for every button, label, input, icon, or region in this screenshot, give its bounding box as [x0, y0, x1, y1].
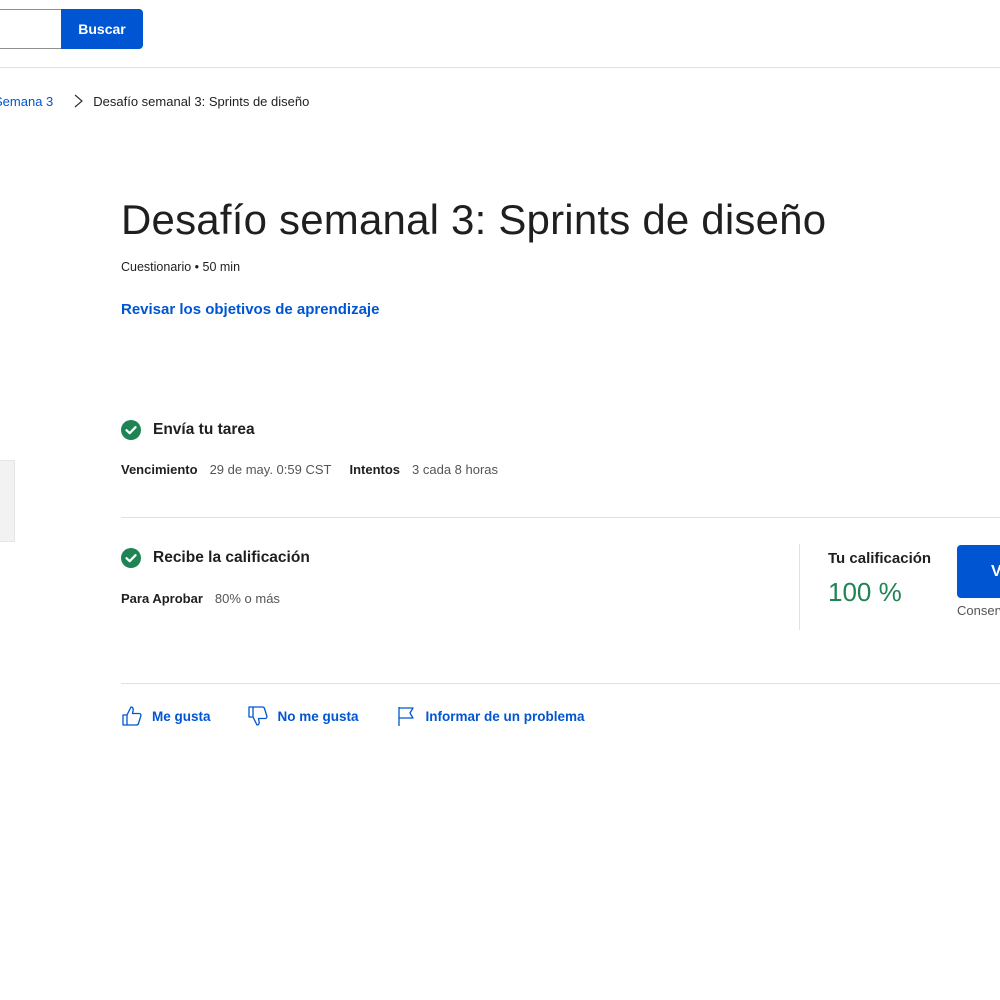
assignment-main: Desafío semanal 3: Sprints de diseño Cue…	[121, 0, 1000, 1000]
submit-step-title: Envía tu tarea	[153, 421, 255, 438]
section-divider	[121, 683, 1000, 684]
pass-value: 80% o más	[214, 591, 280, 606]
due-label: Vencimiento	[121, 462, 198, 477]
check-circle-icon	[121, 420, 141, 440]
report-problem-button[interactable]: Informar de un problema	[395, 705, 585, 727]
grade-step-header: Recibe la calificación	[121, 548, 310, 568]
like-label: Me gusta	[152, 708, 211, 724]
check-circle-icon	[121, 548, 141, 568]
flag-icon	[397, 707, 414, 726]
dislike-button[interactable]: No me gusta	[247, 705, 359, 727]
section-divider	[121, 517, 1000, 518]
grade-vertical-divider	[799, 544, 800, 630]
due-value: 29 de may. 0:59 CST	[209, 462, 332, 477]
like-button[interactable]: Me gusta	[121, 705, 211, 727]
feedback-bar: Me gusta No me gusta Informar de un prob…	[121, 705, 621, 727]
side-panel-edge[interactable]	[0, 460, 15, 542]
submit-step-header: Envía tu tarea	[121, 420, 255, 440]
pass-label: Para Aprobar	[121, 591, 203, 606]
attempts-label: Intentos	[349, 462, 401, 477]
grade-step-details: Para Aprobar 80% o más	[121, 591, 298, 606]
view-feedback-button[interactable]: Ver	[957, 545, 1000, 598]
assignment-meta: Cuestionario • 50 min	[121, 260, 241, 274]
report-problem-label: Informar de un problema	[425, 708, 585, 724]
attempts-value: 3 cada 8 horas	[412, 462, 499, 477]
thumbs-up-icon	[122, 706, 142, 726]
search-input[interactable]	[0, 9, 62, 49]
your-grade-value: 100 %	[828, 577, 902, 607]
submit-step-details: Vencimiento 29 de may. 0:59 CST Intentos…	[121, 462, 516, 477]
breadcrumb-parent-link[interactable]: Semana 3	[0, 94, 53, 109]
learning-objectives-link[interactable]: Revisar los objetivos de aprendizaje	[121, 301, 379, 318]
your-grade-label: Tu calificación	[828, 550, 932, 567]
thumbs-down-icon	[247, 706, 268, 726]
page-title: Desafío semanal 3: Sprints de diseño	[121, 196, 827, 243]
chevron-right-icon	[74, 94, 84, 108]
dislike-label: No me gusta	[277, 708, 359, 724]
grade-step-title: Recibe la calificación	[153, 549, 310, 566]
keep-grade-text: Conservar	[957, 603, 1000, 618]
